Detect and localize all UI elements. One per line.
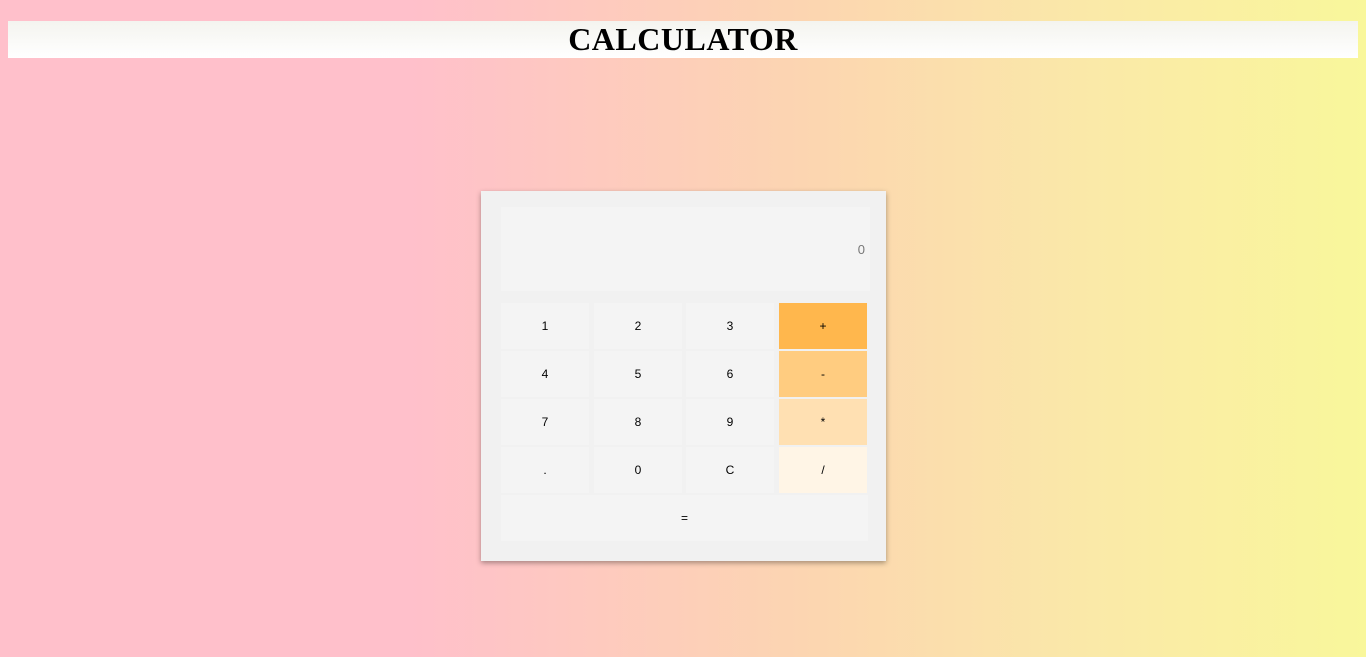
key-1[interactable]: 1 [501, 303, 589, 349]
key-8[interactable]: 8 [594, 399, 682, 445]
key-4[interactable]: 4 [501, 351, 589, 397]
key-2[interactable]: 2 [594, 303, 682, 349]
key-0[interactable]: 0 [594, 447, 682, 493]
page-title: CALCULATOR [568, 21, 798, 57]
key-clear[interactable]: C [686, 447, 774, 493]
header-bar: CALCULATOR [8, 21, 1358, 58]
key-divide[interactable]: / [779, 447, 867, 493]
key-add[interactable]: + [779, 303, 867, 349]
display-value: 0 [857, 241, 865, 257]
key-3[interactable]: 3 [686, 303, 774, 349]
key-subtract[interactable]: - [779, 351, 867, 397]
key-decimal[interactable]: . [501, 447, 589, 493]
key-equals[interactable]: = [501, 495, 868, 541]
key-9[interactable]: 9 [686, 399, 774, 445]
key-multiply[interactable]: * [779, 399, 867, 445]
calculator-display: 0 [501, 207, 870, 291]
key-5[interactable]: 5 [594, 351, 682, 397]
key-6[interactable]: 6 [686, 351, 774, 397]
calculator-panel: 0 1 2 3 + 4 5 6 - 7 8 9 * . 0 C / = [481, 191, 886, 561]
key-7[interactable]: 7 [501, 399, 589, 445]
